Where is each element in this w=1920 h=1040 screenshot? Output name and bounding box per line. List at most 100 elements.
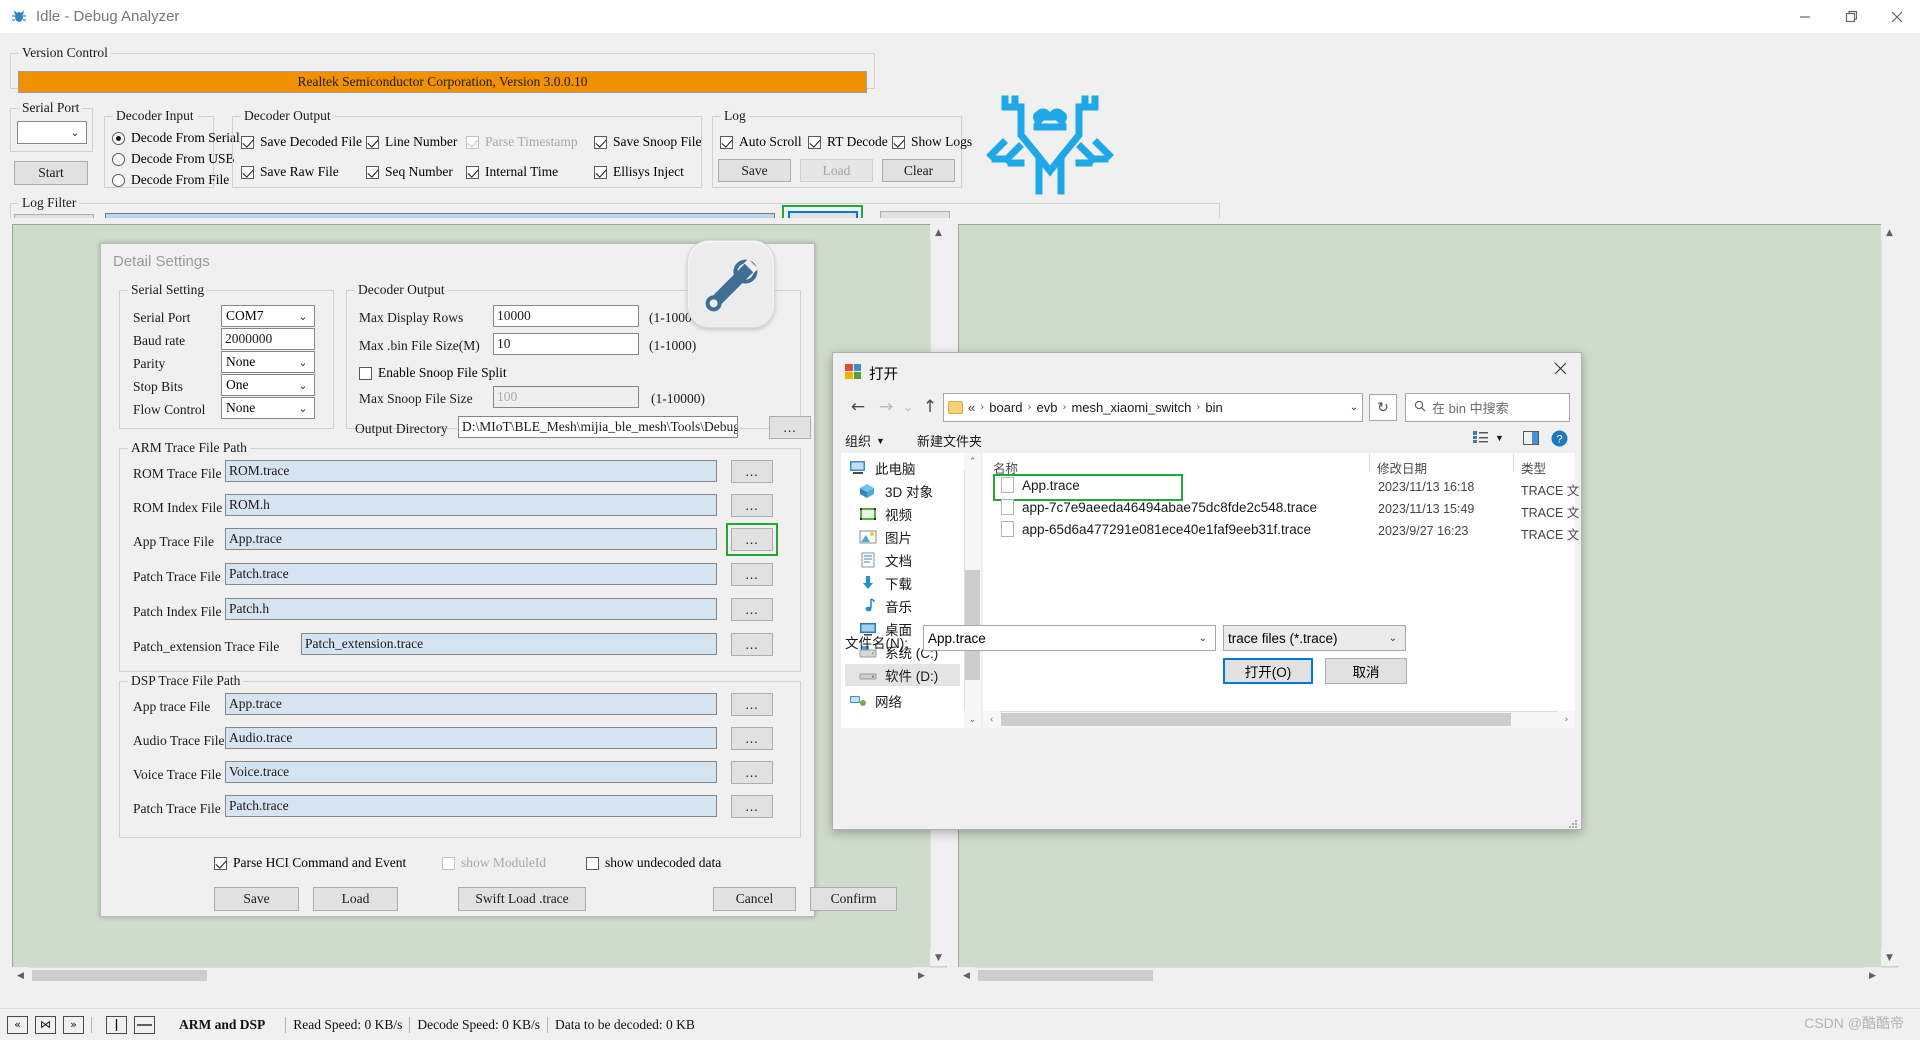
check-line-number[interactable]: Line Number <box>366 134 457 150</box>
check-internal-time[interactable]: Internal Time <box>466 164 558 180</box>
parity-select[interactable]: None ⌄ <box>221 351 315 373</box>
detail-cancel-button[interactable]: Cancel <box>713 887 796 911</box>
nav-item-drive-d[interactable]: 软件 (D:) <box>845 664 960 686</box>
dsp-patch-trace-file-input[interactable]: Patch.trace <box>225 795 717 817</box>
patch-trace-file-browse-button[interactable]: ... <box>731 563 773 586</box>
split-horizontal-icon[interactable] <box>134 1015 155 1034</box>
preview-pane-icon[interactable] <box>1523 431 1539 445</box>
output-directory-browse-button[interactable]: ... <box>769 416 811 439</box>
swift-load-trace-button[interactable]: Swift Load .trace <box>458 887 586 911</box>
scroll-up-icon[interactable]: ▲ <box>1881 224 1898 241</box>
scroll-right-icon[interactable]: ▶ <box>1864 967 1881 984</box>
nav-item-this-pc[interactable]: 此电脑 <box>845 457 960 479</box>
check-show-undecoded-data[interactable]: show undecoded data <box>586 855 721 871</box>
breadcrumb-part-bin[interactable]: bin <box>1205 400 1222 415</box>
scroll-right-icon[interactable]: › <box>1558 711 1575 728</box>
baud-rate-input[interactable]: 2000000 <box>221 328 315 350</box>
help-icon[interactable]: ? <box>1551 430 1568 447</box>
chevron-down-icon[interactable]: ⌄ <box>1195 633 1211 644</box>
dsp-patch-trace-file-browse-button[interactable]: ... <box>731 795 773 818</box>
breadcrumb-part-evb[interactable]: evb <box>1036 400 1057 415</box>
check-show-logs[interactable]: Show Logs <box>892 134 972 150</box>
nav-item-network[interactable]: 网络 <box>845 690 960 712</box>
open-button[interactable]: 打开(O) <box>1223 658 1313 684</box>
view-list-icon[interactable]: ▼ <box>1473 431 1504 444</box>
flow-control-select[interactable]: None ⌄ <box>221 397 315 419</box>
detail-serial-port-select[interactable]: COM7 ⌄ <box>221 305 315 327</box>
close-icon[interactable] <box>1539 353 1581 383</box>
chevron-down-icon[interactable]: ▼ <box>1495 433 1504 443</box>
split-vertical-icon[interactable] <box>106 1015 127 1034</box>
scroll-up-icon[interactable]: ⌃ <box>964 453 981 470</box>
patch-index-file-input[interactable]: Patch.h <box>225 598 717 620</box>
radio-decode-from-file[interactable]: Decode From File <box>112 172 229 188</box>
nav-item-videos[interactable]: 视频 <box>845 503 960 525</box>
app-trace-file-browse-button[interactable]: ... <box>731 528 773 551</box>
cancel-button[interactable]: 取消 <box>1325 658 1407 684</box>
nav-item-documents[interactable]: 文档 <box>845 549 960 571</box>
breadcrumb-part-mesh[interactable]: mesh_xiaomi_switch <box>1071 400 1191 415</box>
column-header-type[interactable]: 类型 <box>1521 458 1546 477</box>
restore-icon[interactable] <box>1828 0 1874 33</box>
nav-item-3d-objects[interactable]: 3D 对象 <box>845 480 960 502</box>
patch-extension-trace-file-input[interactable]: Patch_extension.trace <box>301 633 717 655</box>
scroll-left-icon[interactable]: ‹ <box>983 711 1000 728</box>
rom-trace-file-input[interactable]: ROM.trace <box>225 460 717 482</box>
chevron-down-icon[interactable]: ⌄ <box>1385 633 1401 644</box>
scroll-down-icon[interactable]: ▼ <box>1881 949 1898 966</box>
filename-input[interactable]: App.trace ⌄ <box>923 625 1216 651</box>
dsp-audio-trace-file-browse-button[interactable]: ... <box>731 727 773 750</box>
close-icon[interactable] <box>1874 0 1920 33</box>
right-pane-vscrollbar[interactable] <box>1881 224 1898 966</box>
jump-last-icon[interactable]: » <box>63 1015 84 1034</box>
patch-trace-file-input[interactable]: Patch.trace <box>225 563 717 585</box>
breadcrumb-part-board[interactable]: board <box>989 400 1022 415</box>
refresh-icon[interactable]: ↻ <box>1369 394 1397 421</box>
patch-extension-trace-file-browse-button[interactable]: ... <box>731 633 773 656</box>
dsp-app-trace-file-input[interactable]: App.trace <box>225 693 717 715</box>
dsp-app-trace-file-browse-button[interactable]: ... <box>731 693 773 716</box>
max-bin-file-size-input[interactable]: 10 <box>493 333 639 355</box>
rom-index-file-browse-button[interactable]: ... <box>731 494 773 517</box>
check-auto-scroll[interactable]: Auto Scroll <box>720 134 802 150</box>
detail-load-button[interactable]: Load <box>313 887 398 911</box>
dsp-audio-trace-file-input[interactable]: Audio.trace <box>225 727 717 749</box>
nav-item-downloads[interactable]: 下载 <box>845 572 960 594</box>
radio-decode-from-usb[interactable]: Decode From USB <box>112 151 235 167</box>
check-ellisys-inject[interactable]: Ellisys Inject <box>594 164 684 180</box>
dsp-voice-trace-file-input[interactable]: Voice.trace <box>225 761 717 783</box>
scroll-down-icon[interactable]: ▼ <box>930 949 947 966</box>
serial-port-select[interactable]: ⌄ <box>17 121 87 144</box>
output-directory-input[interactable]: D:\MIoT\BLE_Mesh\mijia_ble_mesh\Tools\De… <box>458 416 738 438</box>
app-trace-file-input[interactable]: App.trace <box>225 528 717 550</box>
search-input[interactable]: 在 bin 中搜索 <box>1405 393 1570 422</box>
minimize-icon[interactable] <box>1782 0 1828 33</box>
organize-menu[interactable]: 组织 ▼ <box>845 431 885 450</box>
nav-item-pictures[interactable]: 图片 <box>845 526 960 548</box>
detail-save-button[interactable]: Save <box>214 887 299 911</box>
max-display-rows-input[interactable]: 10000 <box>493 305 639 327</box>
radio-decode-from-serial[interactable]: Decode From Serial <box>112 130 240 146</box>
scroll-right-icon[interactable]: ▶ <box>913 967 930 984</box>
check-enable-snoop-file-split[interactable]: Enable Snoop File Split <box>359 365 507 381</box>
filelist-hscroll-thumb[interactable] <box>1001 713 1511 726</box>
chevron-down-icon[interactable]: ⌄ <box>1346 402 1362 413</box>
new-folder-button[interactable]: 新建文件夹 <box>917 431 982 450</box>
right-hscroll-thumb[interactable] <box>978 970 1153 981</box>
log-clear-button[interactable]: Clear <box>882 159 955 182</box>
check-seq-number[interactable]: Seq Number <box>366 164 453 180</box>
scroll-up-icon[interactable]: ▲ <box>930 224 947 241</box>
rom-index-file-input[interactable]: ROM.h <box>225 494 717 516</box>
nav-item-music[interactable]: 音乐 <box>845 595 960 617</box>
resize-grip-icon[interactable] <box>1568 816 1578 828</box>
log-save-button[interactable]: Save <box>718 159 791 182</box>
column-header-date[interactable]: 修改日期 <box>1377 458 1427 477</box>
file-row-app-65d6[interactable]: app-65d6a477291e081ece40e1faf9eeb31f.tra… <box>1001 521 1311 537</box>
scroll-left-icon[interactable]: ◀ <box>958 967 975 984</box>
stop-bits-select[interactable]: One ⌄ <box>221 374 315 396</box>
check-save-snoop-file[interactable]: Save Snoop File <box>594 134 702 150</box>
left-hscroll-thumb[interactable] <box>32 970 207 981</box>
start-button[interactable]: Start <box>14 161 88 185</box>
scroll-down-icon[interactable]: ⌄ <box>964 711 981 728</box>
detail-confirm-button[interactable]: Confirm <box>810 887 897 911</box>
